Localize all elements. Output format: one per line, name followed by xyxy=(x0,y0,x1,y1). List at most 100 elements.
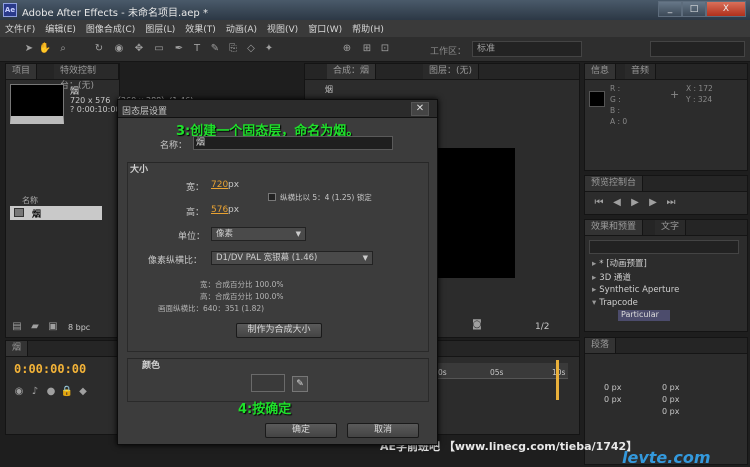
indent-right-value[interactable]: 0 px xyxy=(662,383,679,392)
interpret-footage-icon[interactable]: ▤ xyxy=(10,320,24,334)
tab-preview[interactable]: 预览控制台 xyxy=(585,176,644,191)
tab-audio[interactable]: 音频 xyxy=(625,64,657,79)
eraser-tool-icon[interactable]: ◇ xyxy=(244,42,258,56)
solid-name-input[interactable]: 烟 xyxy=(193,136,393,150)
zoom-tool-icon[interactable]: ⌕ xyxy=(56,42,70,56)
project-list-item[interactable]: 烟 xyxy=(10,206,102,220)
puppet-tool-icon[interactable]: ✦ xyxy=(262,42,276,56)
window-title: Adobe After Effects - 未命名项目.aep * xyxy=(22,8,208,19)
mask-tool-icon[interactable]: ▭ xyxy=(152,42,166,56)
menu-effect[interactable]: 效果(T) xyxy=(180,22,221,35)
units-label: 单位： xyxy=(178,232,206,242)
effects-search-input[interactable] xyxy=(589,240,739,254)
ruler-tick-label: 0s xyxy=(438,368,447,377)
text-tool-icon[interactable]: T xyxy=(190,42,204,56)
tab-paragraph[interactable]: 段落 xyxy=(585,338,617,353)
info-panel: 信息 音频 xyxy=(584,63,748,171)
effect-category-synthetic-aperture[interactable]: ▸ Synthetic Aperture xyxy=(592,285,679,297)
space-after-value[interactable]: 0 px xyxy=(662,395,679,404)
effect-category-animation-presets[interactable]: ▸ * [动画预置] xyxy=(592,257,647,269)
eye-icon[interactable]: ◉ xyxy=(12,385,26,399)
menu-layer[interactable]: 图层(L) xyxy=(140,22,180,35)
label-icon[interactable]: ◆ xyxy=(76,385,90,399)
effect-category-trapcode[interactable]: ▾ Trapcode xyxy=(592,298,638,310)
menu-help[interactable]: 帮助(H) xyxy=(347,22,389,35)
indent-left-value[interactable]: 0 px xyxy=(604,383,621,392)
tab-layer[interactable]: 图层：(无) xyxy=(423,64,480,79)
lock-icon[interactable]: 🔒 xyxy=(60,385,74,399)
playhead-marker[interactable] xyxy=(556,360,559,400)
pixel-aspect-label: 像素纵横比： xyxy=(148,256,203,266)
pan-behind-tool-icon[interactable]: ✥ xyxy=(132,42,146,56)
resolution-select[interactable]: 1/2 xyxy=(535,322,549,332)
solid-settings-dialog: 固态层设置 ✕ 3:创建一个固态层，命名为烟。 名称： 烟 大小 宽： 720 … xyxy=(117,99,438,445)
rotate-tool-icon[interactable]: ↻ xyxy=(92,42,106,56)
ok-button[interactable]: 确定 xyxy=(265,423,337,438)
play-icon[interactable]: ▶ xyxy=(628,196,642,210)
solid-color-swatch[interactable] xyxy=(251,374,285,392)
eyedropper-icon[interactable]: ✎ xyxy=(292,376,308,392)
pixel-aspect-select[interactable]: D1/DV PAL 宽银幕 (1.46) ▼ xyxy=(211,251,373,265)
lock-aspect-checkbox[interactable] xyxy=(268,193,276,201)
camera-tool-icon[interactable]: ◉ xyxy=(112,42,126,56)
first-line-indent-value[interactable]: 0 px xyxy=(662,407,679,416)
tab-timeline-comp[interactable]: 烟 xyxy=(6,341,29,356)
current-time-display[interactable]: 0:00:00:00 xyxy=(14,362,86,376)
tab-effects-presets[interactable]: 效果和预置 xyxy=(585,220,644,235)
tab-effect-controls[interactable]: 特效控制台：(无) xyxy=(54,64,119,91)
menu-animation[interactable]: 动画(A) xyxy=(221,22,262,35)
height-value[interactable]: 576 xyxy=(211,205,228,215)
composition-viewer[interactable] xyxy=(435,148,515,278)
composition-icon xyxy=(14,208,24,217)
info-b: B : xyxy=(610,106,621,115)
menu-edit[interactable]: 编辑(E) xyxy=(40,22,81,35)
menu-window[interactable]: 窗口(W) xyxy=(303,22,347,35)
tab-text[interactable]: 文字 xyxy=(655,220,687,235)
frame-aspect-info: 画面纵横比：640：351 (1.82) xyxy=(158,304,265,313)
ruler-tick-label: 05s xyxy=(490,368,504,377)
units-select[interactable]: 像素 ▼ xyxy=(211,227,306,241)
previous-frame-icon[interactable]: ◀ xyxy=(610,196,624,210)
minimize-button[interactable]: _ xyxy=(658,1,682,17)
workspace-select[interactable]: 标准 xyxy=(472,41,582,57)
help-search-input[interactable] xyxy=(650,41,745,57)
tab-composition[interactable]: 合成：烟 xyxy=(327,64,377,79)
make-comp-size-button[interactable]: 制作为合成大小 xyxy=(236,323,322,338)
hand-tool-icon[interactable]: ✋ xyxy=(38,42,52,56)
workspace-label: 工作区： xyxy=(430,47,467,57)
cancel-button[interactable]: 取消 xyxy=(347,423,419,438)
selection-tool-icon[interactable]: ➤ xyxy=(22,42,36,56)
clone-stamp-tool-icon[interactable]: ⎘ xyxy=(226,42,240,56)
axis-mode-icon[interactable]: ⊕ xyxy=(340,42,354,56)
menu-composition[interactable]: 图像合成(C) xyxy=(81,22,140,35)
first-frame-icon[interactable]: ⏮ xyxy=(592,196,606,210)
new-composition-icon[interactable]: ▣ xyxy=(46,320,60,334)
window-controls: _ □ X xyxy=(658,1,746,17)
next-frame-icon[interactable]: ▶ xyxy=(646,196,660,210)
height-percent-info: 高：合成百分比 100.0% xyxy=(200,292,284,301)
bit-depth-button[interactable]: 8 bpc xyxy=(68,323,90,332)
maximize-button[interactable]: □ xyxy=(682,1,706,17)
view-axis-icon[interactable]: ⊡ xyxy=(378,42,392,56)
dialog-close-button[interactable]: ✕ xyxy=(411,102,429,116)
effect-item-particular[interactable]: Particular xyxy=(618,310,670,321)
menu-file[interactable]: 文件(F) xyxy=(0,22,40,35)
menu-view[interactable]: 视图(V) xyxy=(262,22,303,35)
column-name-header[interactable]: 名称 xyxy=(22,195,38,206)
width-value[interactable]: 720 xyxy=(211,180,228,190)
time-ruler[interactable]: 0s 05s 10s xyxy=(436,363,568,379)
tab-info[interactable]: 信息 xyxy=(585,64,617,79)
space-before-value[interactable]: 0 px xyxy=(604,395,621,404)
close-window-button[interactable]: X xyxy=(706,1,746,17)
brush-tool-icon[interactable]: ✎ xyxy=(208,42,222,56)
solo-icon[interactable]: ● xyxy=(44,385,58,399)
last-frame-icon[interactable]: ⏭ xyxy=(664,196,678,210)
world-axis-icon[interactable]: ⊞ xyxy=(360,42,374,56)
pen-tool-icon[interactable]: ✒ xyxy=(172,42,186,56)
effect-category-3d-channel[interactable]: ▸ 3D 通道 xyxy=(592,271,631,283)
tab-project[interactable]: 项目 xyxy=(6,64,38,79)
audio-icon[interactable]: ♪ xyxy=(28,385,42,399)
name-label: 名称： xyxy=(160,141,188,151)
new-folder-icon[interactable]: ▰ xyxy=(28,320,42,334)
snapshot-camera-icon[interactable]: ◙ xyxy=(470,318,484,332)
